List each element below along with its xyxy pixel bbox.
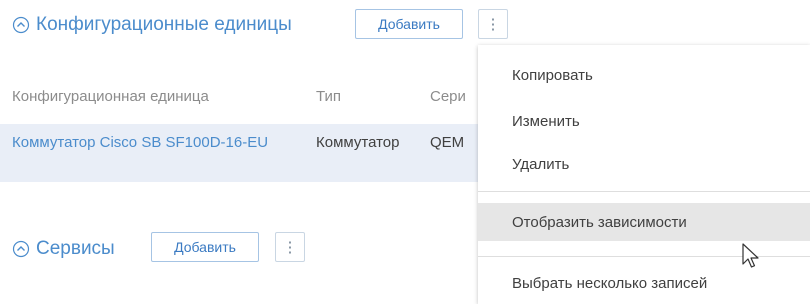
- mouse-pointer-icon: [741, 242, 761, 272]
- menu-item-show-dependencies[interactable]: Отобразить зависимости: [478, 203, 810, 241]
- table-row[interactable]: Коммутатор Cisco SB SF100D-16-EU Коммута…: [0, 124, 478, 182]
- chevron-up-circle-icon[interactable]: [12, 240, 30, 258]
- column-header-type[interactable]: Тип: [316, 88, 341, 105]
- vertical-ellipsis-icon: ⋮: [282, 239, 298, 256]
- config-unit-name-link[interactable]: Коммутатор Cisco SB SF100D-16-EU: [12, 132, 302, 154]
- menu-item-edit[interactable]: Изменить: [478, 103, 810, 139]
- vertical-ellipsis-icon: ⋮: [485, 16, 501, 33]
- config-unit-serial-cell: QEM: [430, 134, 465, 151]
- config-units-header[interactable]: Конфигурационные единицы: [12, 14, 292, 36]
- services-title[interactable]: Сервисы: [36, 238, 115, 260]
- services-header[interactable]: Сервисы: [12, 238, 115, 260]
- services-more-button[interactable]: ⋮: [275, 232, 305, 262]
- config-units-title[interactable]: Конфигурационные единицы: [36, 14, 292, 36]
- config-unit-type-cell: Коммутатор: [316, 134, 400, 151]
- chevron-up-circle-icon[interactable]: [12, 16, 30, 34]
- menu-item-delete[interactable]: Удалить: [478, 146, 810, 182]
- menu-divider: [478, 191, 810, 192]
- add-service-button[interactable]: Добавить: [151, 232, 259, 262]
- column-header-config-unit[interactable]: Конфигурационная единица: [12, 88, 209, 105]
- config-units-more-button[interactable]: ⋮: [478, 9, 508, 39]
- column-header-serial[interactable]: Сери: [430, 88, 466, 105]
- detail-page: Конфигурационные единицы Добавить ⋮ Конф…: [0, 0, 810, 304]
- menu-item-copy[interactable]: Копировать: [478, 57, 810, 93]
- add-config-unit-button[interactable]: Добавить: [355, 9, 463, 39]
